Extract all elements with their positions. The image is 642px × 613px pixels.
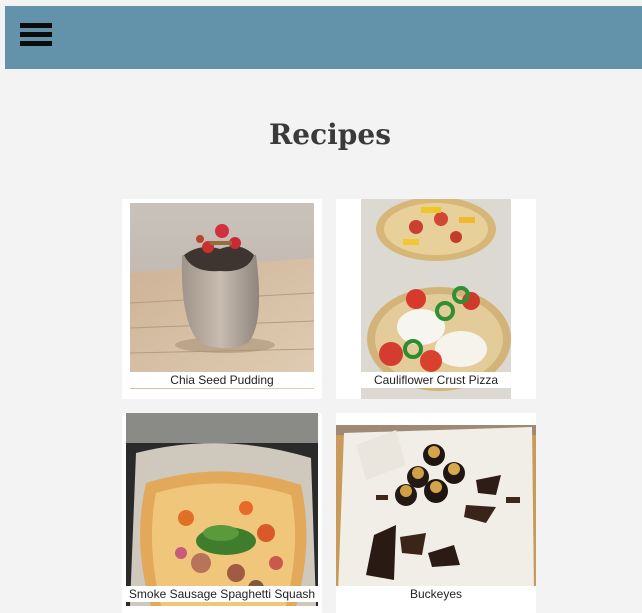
- recipe-card-smoke-sausage-spaghetti-squash[interactable]: Smoke Sausage Spaghetti Squash: [122, 413, 322, 613]
- page-title: Recipes: [269, 118, 391, 151]
- recipe-card-chia-seed-pudding[interactable]: Chia Seed Pudding: [122, 199, 322, 399]
- recipe-title: Smoke Sausage Spaghetti Squash: [122, 586, 322, 602]
- recipe-title: Buckeyes: [336, 586, 536, 602]
- recipe-card-cauliflower-crust-pizza[interactable]: Cauliflower Crust Pizza: [336, 199, 536, 399]
- top-nav-bar: [5, 6, 642, 69]
- recipe-image: [130, 203, 314, 389]
- hamburger-menu-icon[interactable]: [20, 23, 52, 51]
- recipe-card-buckeyes[interactable]: Buckeyes: [336, 413, 536, 613]
- recipe-image: [126, 413, 318, 606]
- recipe-image: [361, 199, 511, 399]
- recipe-title: Chia Seed Pudding: [122, 372, 322, 388]
- recipe-image: [336, 425, 536, 597]
- recipe-title: Cauliflower Crust Pizza: [336, 372, 536, 388]
